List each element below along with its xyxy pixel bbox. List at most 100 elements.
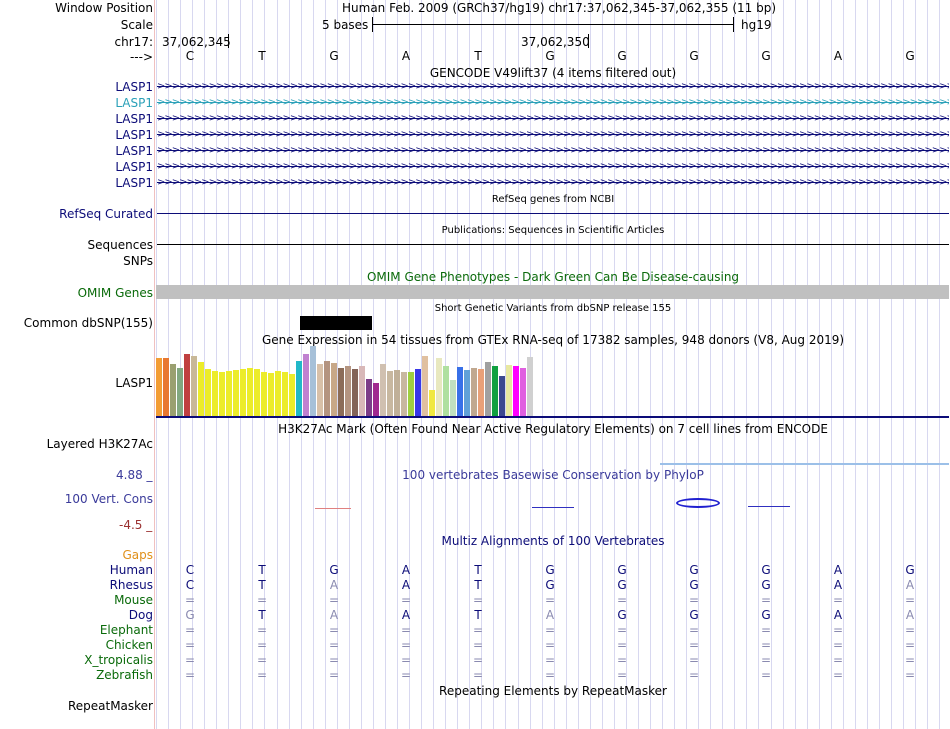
multiz-species-label[interactable]: Mouse [114,593,153,607]
gtex-tissue-bar[interactable] [408,372,414,416]
gtex-tissue-bar[interactable] [205,369,211,416]
gtex-tissue-bar[interactable] [429,390,435,416]
gtex-tissue-bar[interactable] [520,368,526,416]
gtex-tissue-bar[interactable] [352,369,358,416]
gtex-tissue-bar[interactable] [212,371,218,416]
gtex-tissue-bar[interactable] [331,363,337,416]
gtex-tissue-bar[interactable] [240,369,246,416]
omim-track-title[interactable]: OMIM Gene Phenotypes - Dark Green Can Be… [156,270,950,284]
gtex-tissue-bar[interactable] [275,371,281,416]
gtex-tissue-bar[interactable] [415,369,421,416]
gencode-track-label[interactable]: LASP1 [115,144,153,158]
multiz-species-label[interactable]: Zebrafish [96,668,153,682]
gtex-tissue-bar[interactable] [345,366,351,416]
gtex-tissue-bar[interactable] [457,367,463,416]
gtex-tissue-bar[interactable] [289,374,295,416]
gencode-track-label[interactable]: LASP1 [115,80,153,94]
refseq-track-title[interactable]: RefSeq genes from NCBI [156,194,950,205]
gtex-tissue-bar[interactable] [471,368,477,416]
gtex-tissue-bar[interactable] [436,358,442,416]
multiz-species-label[interactable]: Elephant [100,623,153,637]
gtex-tissue-bar[interactable] [184,354,190,416]
phylop-neg-signal[interactable] [315,508,351,509]
gencode-track-title[interactable]: GENCODE V49lift37 (4 items filtered out) [156,66,950,80]
multiz-species-label[interactable]: Dog [129,608,153,622]
gtex-tissue-bar[interactable] [282,372,288,416]
gencode-track-label[interactable]: LASP1 [115,112,153,126]
gtex-tissue-bar[interactable] [170,364,176,416]
gtex-tissue-bar[interactable] [191,356,197,416]
gtex-tissue-bar[interactable] [380,364,386,416]
gtex-tissue-bar[interactable] [324,361,330,416]
gtex-tissue-bar[interactable] [303,354,309,416]
gtex-tissue-bar[interactable] [254,369,260,416]
gtex-tissue-bar[interactable] [366,379,372,416]
gtex-track-title[interactable]: Gene Expression in 54 tissues from GTEx … [156,333,950,347]
phylop-track-label[interactable]: 100 Vert. Cons [65,492,153,506]
gtex-tissue-bar[interactable] [527,357,533,416]
dbsnp-track-label[interactable]: Common dbSNP(155) [24,316,153,330]
gtex-tissue-bar[interactable] [450,380,456,416]
multiz-gaps-label[interactable]: Gaps [122,548,153,562]
refseq-gene-line[interactable] [157,213,949,214]
gtex-tissue-bar[interactable] [296,361,302,416]
gtex-tissue-bar[interactable] [247,368,253,416]
gtex-tissue-bar[interactable] [478,369,484,416]
gtex-track-label[interactable]: LASP1 [115,376,153,390]
dbsnp-variant-box[interactable] [300,316,372,330]
h3k27ac-track-label[interactable]: Layered H3K27Ac [47,437,153,451]
gtex-tissue-bar[interactable] [268,373,274,416]
phylop-pos-signal-1[interactable] [532,507,574,508]
gtex-tissue-bar[interactable] [387,371,393,416]
phylop-logo-g[interactable] [676,498,720,508]
publications-track-title[interactable]: Publications: Sequences in Scientific Ar… [156,225,950,236]
h3k27ac-track-title[interactable]: H3K27Ac Mark (Often Found Near Active Re… [156,422,950,436]
gtex-tissue-bar[interactable] [464,370,470,416]
gtex-tissue-bar[interactable] [317,364,323,416]
phylop-track-title[interactable]: 100 vertebrates Basewise Conservation by… [156,468,950,482]
gtex-tissue-bar[interactable] [226,371,232,416]
repeatmasker-track-label[interactable]: RepeatMasker [68,699,153,713]
gtex-tissue-bar[interactable] [422,356,428,416]
multiz-species-label[interactable]: Chicken [106,638,153,652]
gtex-tissue-bar[interactable] [156,358,162,416]
gtex-tissue-bar[interactable] [492,366,498,416]
gtex-tissue-bar[interactable] [499,376,505,416]
gtex-tissue-bar[interactable] [233,370,239,416]
gencode-track-label[interactable]: LASP1 [115,176,153,190]
omim-bar[interactable] [156,285,949,299]
gtex-tissue-bar[interactable] [513,366,519,416]
phylop-pos-signal-2[interactable] [748,506,790,507]
gtex-tissue-bar[interactable] [198,362,204,416]
gtex-tissue-bar[interactable] [401,372,407,416]
h3k27ac-signal[interactable] [660,463,949,465]
repeatmasker-track-title[interactable]: Repeating Elements by RepeatMasker [156,684,950,698]
gridline [602,0,603,729]
gtex-tissue-bar[interactable] [394,370,400,416]
multiz-species-label[interactable]: Rhesus [110,578,153,592]
gencode-track-label[interactable]: LASP1 [115,128,153,142]
publications-track-label[interactable]: Sequences [88,238,153,252]
gtex-tissue-bar[interactable] [359,366,365,416]
gtex-tissue-bar[interactable] [443,366,449,416]
gtex-tissue-bar[interactable] [219,372,225,416]
gencode-track-label[interactable]: LASP1 [115,96,153,110]
multiz-track-title[interactable]: Multiz Alignments of 100 Vertebrates [156,534,950,548]
gtex-tissue-bar[interactable] [506,365,512,416]
omim-track-label[interactable]: OMIM Genes [78,286,153,300]
publications-line[interactable] [157,244,949,245]
multiz-species-label[interactable]: X_tropicalis [84,653,153,667]
refseq-track-label[interactable]: RefSeq Curated [59,207,153,221]
gtex-tissue-bar[interactable] [163,358,169,416]
snps-label[interactable]: SNPs [123,254,153,268]
gtex-tissue-bar[interactable] [373,383,379,416]
multiz-species-label[interactable]: Human [110,563,153,577]
gtex-tissue-bar[interactable] [261,372,267,416]
gtex-chart[interactable] [156,346,556,416]
gtex-tissue-bar[interactable] [338,368,344,416]
gtex-tissue-bar[interactable] [485,362,491,416]
gencode-track-label[interactable]: LASP1 [115,160,153,174]
dbsnp-track-title[interactable]: Short Genetic Variants from dbSNP releas… [156,303,950,314]
gtex-tissue-bar[interactable] [310,346,316,416]
gtex-tissue-bar[interactable] [177,368,183,416]
